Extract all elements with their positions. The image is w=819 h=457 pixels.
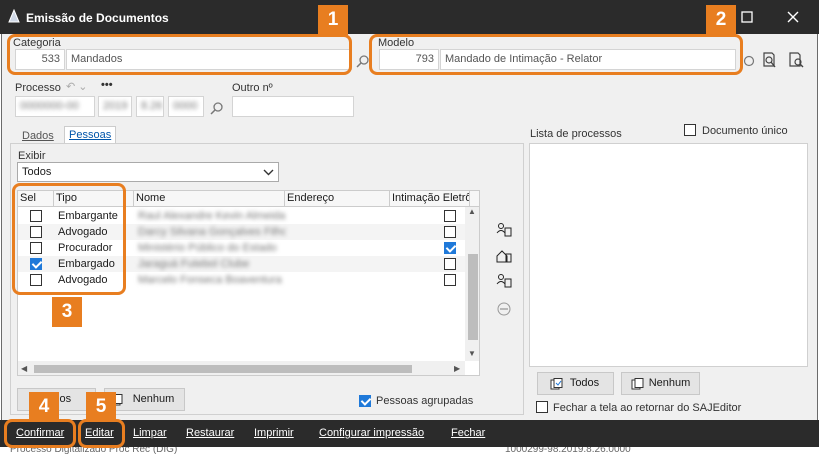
vertical-scroll-thumb[interactable] bbox=[468, 254, 478, 340]
row-intimacao-checkbox[interactable] bbox=[444, 242, 456, 254]
chevron-down-icon bbox=[263, 169, 274, 176]
exibir-label: Exibir bbox=[18, 150, 46, 162]
callout-box-2 bbox=[369, 34, 743, 75]
app-icon bbox=[8, 9, 20, 23]
background-row-text: Processo Digitalizado Proc Rec (DIG) bbox=[10, 447, 178, 455]
processo-part-3: 8.26 bbox=[141, 100, 163, 112]
configurar-impressao-button[interactable]: Configurar impressão bbox=[319, 427, 424, 439]
categoria-search-icon[interactable] bbox=[356, 54, 370, 68]
clear-icon bbox=[631, 378, 644, 390]
processo-part-1: 0000000-00 bbox=[20, 100, 79, 112]
callout-badge-5: 5 bbox=[86, 392, 116, 422]
scroll-down-icon[interactable]: ▼ bbox=[468, 349, 476, 358]
lista-nenhum-label: Nenhum bbox=[648, 377, 691, 389]
documento-unico-label: Documento único bbox=[702, 125, 788, 137]
scroll-left-icon[interactable]: ◀ bbox=[21, 364, 27, 373]
tab-pessoas[interactable]: Pessoas bbox=[64, 126, 117, 143]
background-row-number: 1000299-98.2019.8.26.0000 bbox=[505, 447, 631, 455]
window-title: Emissão de Documentos bbox=[26, 11, 169, 25]
title-bar: Emissão de Documentos bbox=[0, 0, 819, 34]
horizontal-scrollbar[interactable]: ◀ ▶ bbox=[18, 361, 465, 375]
row-nome: Raul Alexandre Kevin Almeida Rua Regina bbox=[138, 210, 286, 222]
row-intimacao-checkbox[interactable] bbox=[444, 226, 456, 238]
processo-number-field-4[interactable]: 0000 bbox=[168, 96, 204, 117]
row-intimacao-checkbox[interactable] bbox=[444, 258, 456, 270]
fechar-button[interactable]: Fechar bbox=[451, 427, 485, 439]
lista-processos-panel bbox=[529, 143, 808, 367]
processo-label: Processo bbox=[15, 82, 61, 94]
lista-processos-label: Lista de processos bbox=[530, 128, 622, 140]
processo-part-4: 0000 bbox=[173, 100, 198, 112]
add-address-icon[interactable] bbox=[495, 247, 513, 265]
select-none-label: Nenhum bbox=[132, 393, 175, 405]
modelo-preview-icon[interactable] bbox=[760, 51, 778, 69]
lista-todos-button[interactable]: Todos bbox=[537, 372, 614, 395]
vertical-scrollbar[interactable]: ▲ ▼ bbox=[465, 207, 479, 361]
documento-unico-checkbox[interactable] bbox=[684, 124, 696, 136]
fechar-tela-label: Fechar a tela ao retornar do SAJEditor bbox=[553, 402, 742, 414]
undo-arrow-icon[interactable]: ↶ ⌄ bbox=[66, 80, 88, 93]
processo-more-button[interactable]: ••• bbox=[101, 79, 113, 91]
restaurar-button[interactable]: Restaurar bbox=[186, 427, 234, 439]
callout-box-1 bbox=[7, 34, 352, 75]
pessoas-agrupadas-checkbox[interactable] bbox=[359, 395, 371, 407]
modelo-search-icon[interactable] bbox=[742, 54, 756, 68]
pessoas-agrupadas-label: Pessoas agrupadas bbox=[376, 395, 474, 407]
imprimir-button[interactable]: Imprimir bbox=[254, 427, 294, 439]
col-endereco-header[interactable]: Endereço bbox=[285, 191, 390, 206]
add-person-icon[interactable] bbox=[495, 221, 513, 239]
scroll-up-icon[interactable]: ▲ bbox=[468, 207, 476, 216]
callout-badge-3: 3 bbox=[52, 297, 82, 327]
row-intimacao-checkbox[interactable] bbox=[444, 274, 456, 286]
horizontal-scroll-thumb[interactable] bbox=[34, 365, 412, 373]
callout-box-4 bbox=[4, 419, 76, 448]
fechar-tela-checkbox[interactable] bbox=[536, 401, 548, 413]
callout-box-5 bbox=[78, 419, 125, 448]
exibir-value: Todos bbox=[22, 166, 52, 178]
row-intimacao-checkbox[interactable] bbox=[444, 210, 456, 222]
row-nome: Ministério Público do Estado bbox=[138, 242, 277, 254]
row-nome: Darcy Silvana Gonçalves Filho bbox=[138, 226, 286, 238]
processo-part-2: 2019 bbox=[103, 100, 128, 112]
edit-person-icon[interactable] bbox=[495, 272, 513, 290]
lista-nenhum-button[interactable]: Nenhum bbox=[621, 372, 700, 395]
select-none-button[interactable]: Nenhum bbox=[104, 388, 185, 411]
callout-badge-2: 2 bbox=[706, 5, 736, 35]
scroll-right-icon[interactable]: ▶ bbox=[454, 364, 460, 373]
modelo-find-icon[interactable] bbox=[787, 51, 805, 69]
exibir-select[interactable]: Todos bbox=[17, 162, 279, 182]
processo-number-field-2[interactable]: 2019 bbox=[98, 96, 132, 117]
close-button[interactable] bbox=[770, 0, 816, 34]
col-nome-header[interactable]: Nome bbox=[134, 191, 285, 206]
background-window-strip: Processo Digitalizado Proc Rec (DIG) 100… bbox=[0, 447, 819, 457]
row-nome: Jaraguá Futebol Clube bbox=[138, 258, 250, 270]
outro-field[interactable] bbox=[232, 96, 354, 117]
limpar-button[interactable]: Limpar bbox=[133, 427, 167, 439]
document-emission-window: Emissão de Documentos Categoria 533 Mand… bbox=[0, 0, 819, 457]
callout-badge-1: 1 bbox=[318, 5, 348, 35]
processo-number-field-1[interactable]: 0000000-00 bbox=[15, 96, 95, 117]
col-intimacao-header[interactable]: Intimação Eletrônica bbox=[390, 191, 470, 206]
processo-search-icon[interactable] bbox=[210, 101, 224, 115]
close-icon bbox=[787, 11, 799, 23]
callout-box-3 bbox=[12, 183, 126, 295]
callout-badge-4: 4 bbox=[29, 392, 59, 422]
processo-number-field-3[interactable]: 8.26 bbox=[136, 96, 164, 117]
maximize-icon bbox=[741, 11, 753, 23]
outro-label: Outro nº bbox=[232, 82, 273, 94]
row-nome: Marcelo Fonseca Boaventura bbox=[138, 274, 282, 286]
remove-icon[interactable] bbox=[495, 300, 513, 318]
lista-todos-label: Todos bbox=[569, 377, 600, 389]
select-all-icon bbox=[550, 378, 563, 390]
